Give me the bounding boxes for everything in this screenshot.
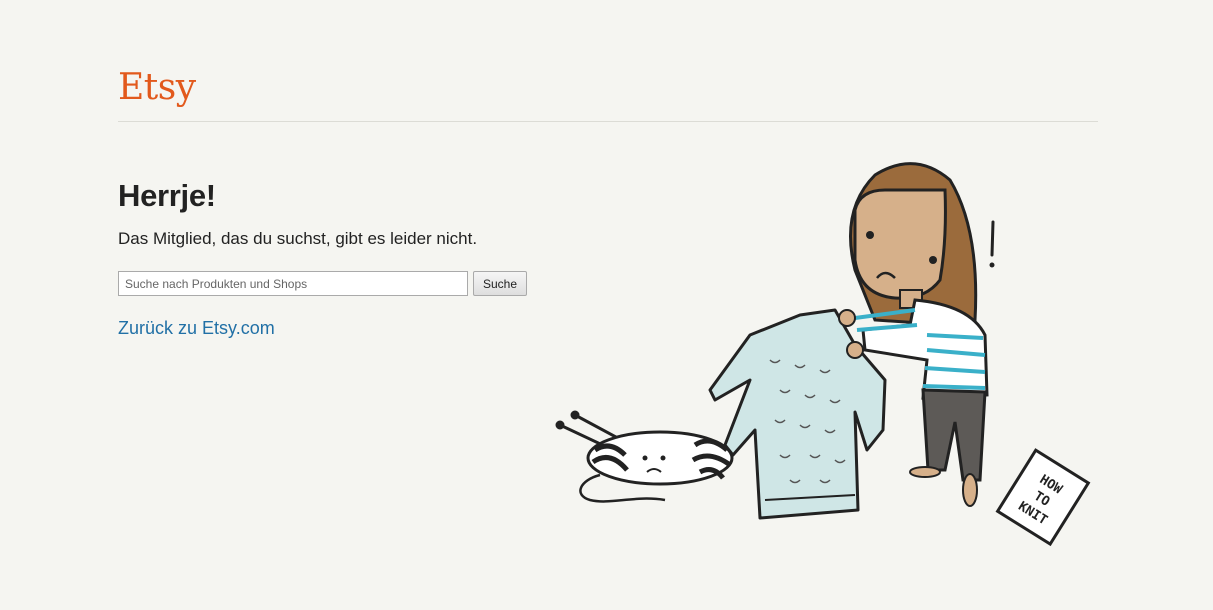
header: Etsy	[118, 64, 1098, 122]
back-to-etsy-link[interactable]: Zurück zu Etsy.com	[118, 318, 275, 339]
yarn-ball	[586, 430, 734, 486]
search-button[interactable]: Suche	[473, 271, 528, 296]
error-message: Das Mitglied, das du suchst, gibt es lei…	[118, 229, 478, 248]
search-input[interactable]	[118, 271, 468, 296]
page-title: Herrje!	[118, 178, 216, 213]
etsy-logo[interactable]: Etsy	[118, 67, 196, 108]
error-content: Herrje! Das Mitglied, das du suchst, gib…	[118, 178, 558, 339]
error-page: Etsy Herrje! Das Mitglied, das du suchst…	[0, 0, 1213, 610]
knitting-girl-illustration: HOW TO KNIT	[555, 162, 1091, 547]
girl-figure	[838, 162, 995, 507]
how-to-knit-booklet: HOW TO KNIT	[995, 448, 1091, 547]
search-form: Suche	[118, 271, 558, 296]
knitted-sweater	[708, 308, 887, 520]
